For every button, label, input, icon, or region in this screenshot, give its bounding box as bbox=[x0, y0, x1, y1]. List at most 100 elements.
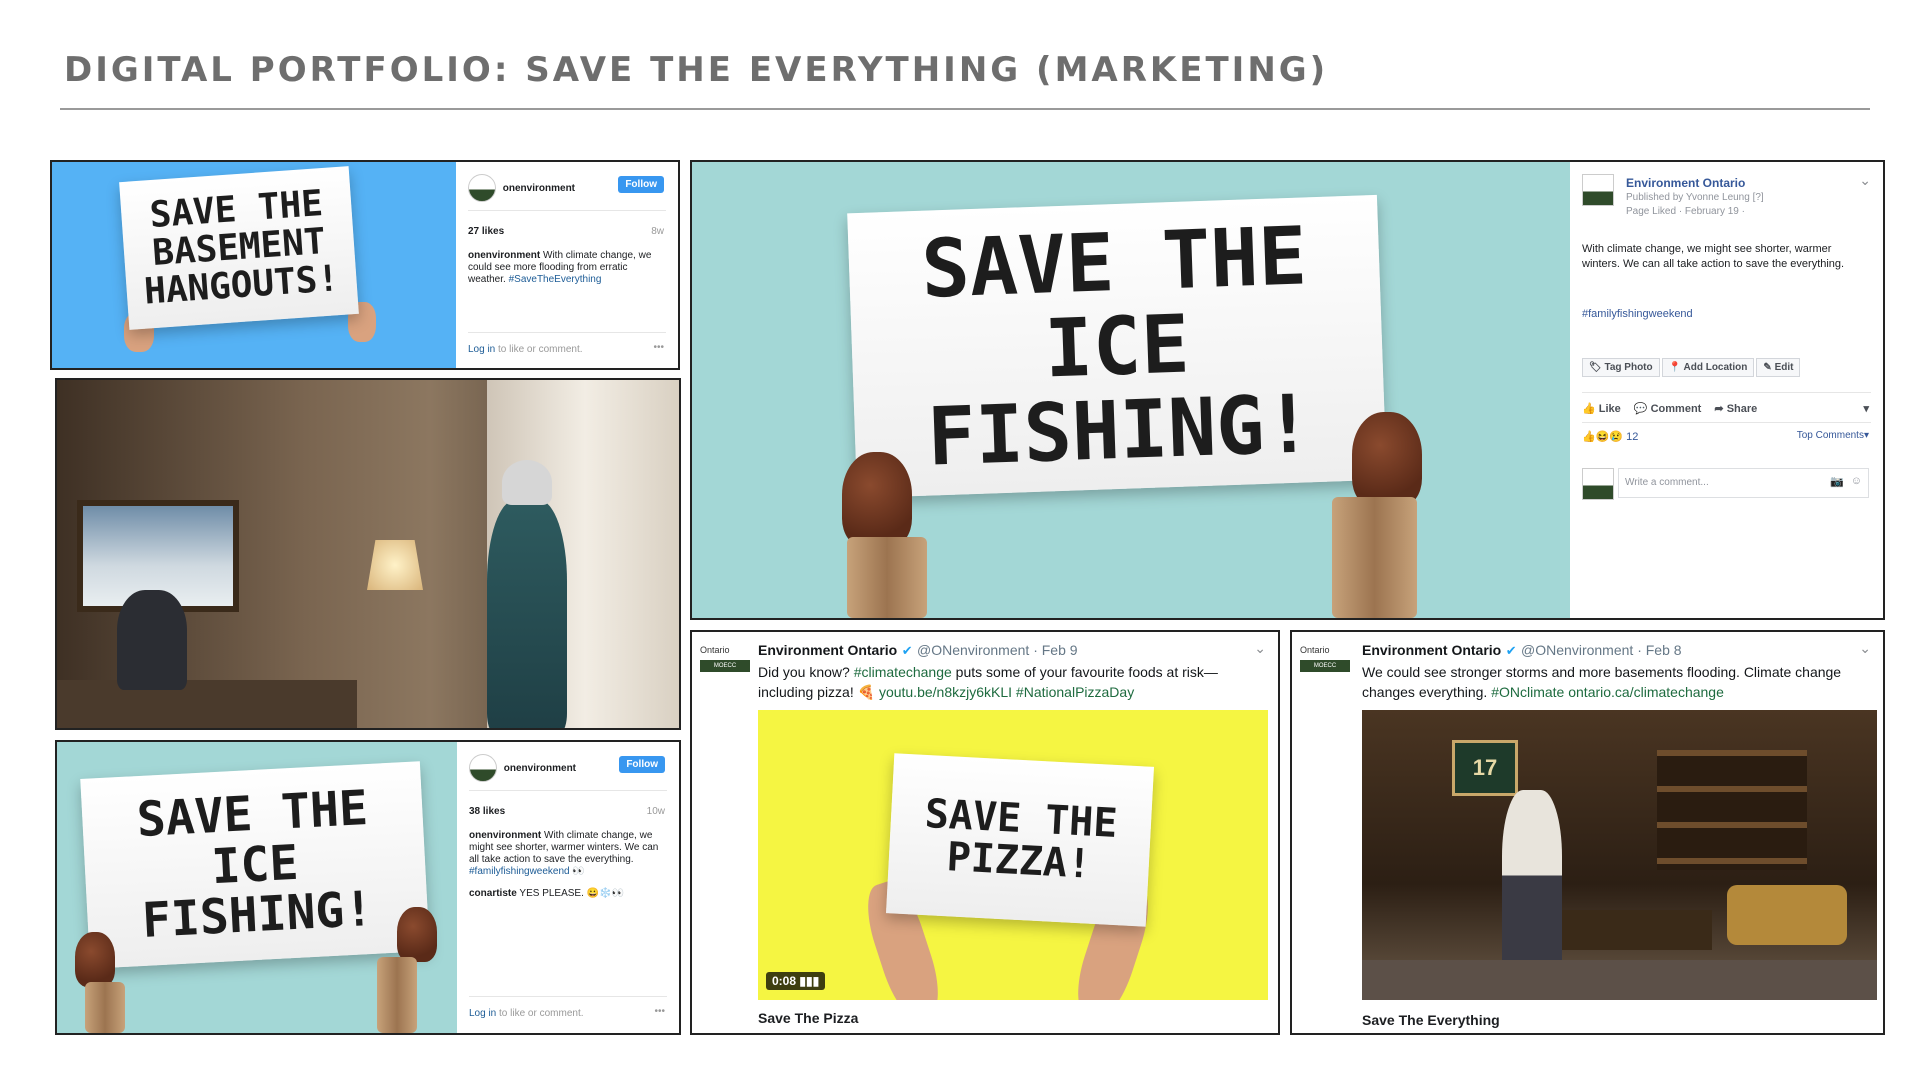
tweet-video[interactable]: 17 bbox=[1362, 710, 1877, 1000]
logo-sub: MOECC bbox=[700, 660, 750, 672]
caption-user[interactable]: onenvironment bbox=[468, 250, 540, 261]
lamp-shade bbox=[367, 540, 423, 590]
man-figure bbox=[1502, 790, 1562, 980]
facebook-post: SAVE THE ICE FISHING! Environment Ontari… bbox=[690, 160, 1885, 620]
login-link[interactable]: Log in bbox=[469, 1008, 496, 1019]
account-avatar[interactable] bbox=[469, 754, 497, 782]
likes-count[interactable]: 27 likes bbox=[468, 226, 504, 237]
chevron-down-icon[interactable]: ⌄ bbox=[1859, 172, 1871, 189]
edit-button[interactable]: ✎ Edit bbox=[1756, 358, 1801, 377]
caption-hashtag[interactable]: #familyfishingweekend bbox=[469, 866, 570, 877]
video-caption[interactable]: Save The Pizza bbox=[758, 1010, 858, 1026]
tweet-author-name[interactable]: Environment Ontario bbox=[758, 642, 897, 658]
tweet-author-name[interactable]: Environment Ontario bbox=[1362, 642, 1501, 658]
username[interactable]: onenvironment bbox=[504, 763, 576, 774]
caption: onenvironment With climate change, we co… bbox=[468, 250, 664, 286]
hashtag-onclimate[interactable]: #ONclimate bbox=[1491, 684, 1564, 700]
tweet-handle-date[interactable]: @ONenvironment · Feb 9 bbox=[917, 642, 1078, 658]
caption-user[interactable]: onenvironment bbox=[469, 830, 541, 841]
tag-photo-button[interactable]: 🏷 Tag Photo bbox=[1582, 358, 1660, 377]
teen-figure bbox=[117, 590, 187, 690]
caption-hashtag[interactable]: #SaveTheEverything bbox=[509, 274, 602, 285]
follow-button[interactable]: Follow bbox=[619, 756, 665, 773]
page-avatar[interactable] bbox=[1582, 174, 1614, 206]
emoji-icon[interactable]: ☺ bbox=[1851, 475, 1862, 487]
login-link[interactable]: Log in bbox=[468, 344, 495, 355]
share-button[interactable]: ➦ Share bbox=[1714, 403, 1757, 415]
comment-icon: 💬 bbox=[1633, 403, 1648, 415]
sign-pizza: SAVE THE PIZZA! bbox=[885, 753, 1155, 927]
logo-text: Ontario bbox=[700, 645, 730, 655]
page-name[interactable]: Environment Ontario bbox=[1626, 176, 1745, 190]
chevron-down-icon[interactable]: ⌄ bbox=[1254, 640, 1266, 657]
login-prompt: Log in to like or comment. bbox=[468, 344, 583, 355]
left-mitten bbox=[75, 932, 115, 987]
right-mitten bbox=[397, 907, 437, 962]
post-age: 10w bbox=[646, 806, 665, 817]
sign-basement: SAVE THE BASEMENT HANGOUTS! bbox=[119, 166, 359, 330]
commenter-avatar bbox=[1582, 468, 1614, 500]
table bbox=[57, 680, 357, 728]
more-options-icon[interactable]: ••• bbox=[654, 1006, 665, 1017]
like-button[interactable]: 👍 Like bbox=[1582, 403, 1621, 415]
title-divider bbox=[60, 108, 1870, 110]
comment: conartiste YES PLEASE. 😀❄️👀 bbox=[469, 888, 625, 899]
comment-user[interactable]: conartiste bbox=[469, 888, 517, 899]
follow-button[interactable]: Follow bbox=[618, 176, 664, 193]
logo-text: Ontario bbox=[1300, 645, 1330, 655]
likes-count[interactable]: 38 likes bbox=[469, 806, 505, 817]
tweet-link[interactable]: youtu.be/n8kzjy6kKLI bbox=[879, 684, 1012, 700]
hashtag-climatechange[interactable]: #climatechange bbox=[854, 664, 952, 680]
tweet-link[interactable]: ontario.ca/climatechange bbox=[1568, 684, 1724, 700]
chevron-down-icon[interactable]: ⌄ bbox=[1859, 640, 1871, 657]
comment-button[interactable]: 💬 Comment bbox=[1634, 403, 1702, 415]
verified-icon: ✔ bbox=[901, 643, 913, 658]
comment-input[interactable]: Write a comment... 📷 ☺ bbox=[1618, 468, 1869, 498]
caret-down-icon[interactable]: ▾ bbox=[1863, 402, 1869, 415]
post-hashtag[interactable]: #familyfishingweekend bbox=[1582, 308, 1693, 320]
post-image: SAVE THE ICE FISHING! bbox=[57, 742, 457, 1033]
right-cuff bbox=[377, 957, 417, 1033]
divider bbox=[1582, 422, 1871, 423]
duration-label: 0:08 bbox=[772, 974, 797, 988]
tweet-video[interactable]: SAVE THE PIZZA! 0:08 ▮▮▮ bbox=[758, 710, 1268, 1000]
logo-sub: MOECC bbox=[1300, 660, 1350, 672]
right-cuff bbox=[1332, 497, 1417, 618]
tweet-handle-date[interactable]: @ONenvironment · Feb 8 bbox=[1521, 642, 1682, 658]
post-age: 8w bbox=[651, 226, 664, 237]
sign-ice-fishing: SAVE THE ICE FISHING! bbox=[847, 194, 1387, 499]
verified-icon: ✔ bbox=[1505, 643, 1517, 658]
post-date[interactable]: Page Liked · February 19 · bbox=[1626, 206, 1745, 217]
comment-text: YES PLEASE. bbox=[519, 888, 584, 899]
like-label: Like bbox=[1598, 403, 1621, 415]
login-rest: to like or comment. bbox=[498, 344, 583, 355]
ontario-logo: Ontario MOECC bbox=[700, 640, 750, 682]
reaction-icons: 👍😆😢 bbox=[1582, 431, 1624, 443]
tag-photo-label: Tag Photo bbox=[1604, 362, 1653, 373]
pin-icon: 📍 bbox=[1668, 362, 1682, 373]
reaction-count: 12 bbox=[1626, 431, 1639, 443]
tag-icon: 🏷 bbox=[1589, 362, 1602, 373]
account-avatar[interactable] bbox=[468, 174, 496, 202]
more-options-icon[interactable]: ••• bbox=[653, 342, 664, 353]
username[interactable]: onenvironment bbox=[503, 183, 575, 194]
share-icon: ➦ bbox=[1714, 403, 1724, 415]
reactions-summary[interactable]: 👍😆😢 12 bbox=[1582, 430, 1638, 443]
camera-icon[interactable]: 📷 bbox=[1830, 475, 1844, 488]
video-caption[interactable]: Save The Everything bbox=[1362, 1012, 1500, 1028]
thumbs-up-icon: 👍 bbox=[1582, 403, 1596, 415]
comment-label: Comment bbox=[1650, 403, 1702, 415]
man-hat bbox=[502, 460, 552, 505]
hashtag-pizzaday[interactable]: #NationalPizzaDay bbox=[1016, 684, 1134, 700]
add-location-button[interactable]: 📍 Add Location bbox=[1661, 358, 1755, 377]
post-sidebar: onenvironment Follow 27 likes 8w onenvir… bbox=[456, 162, 678, 368]
jersey-frame: 17 bbox=[1452, 740, 1518, 796]
tweet-pizza: Ontario MOECC Environment Ontario ✔ @ONe… bbox=[690, 630, 1280, 1035]
share-label: Share bbox=[1726, 403, 1758, 415]
tweet-text-a: Did you know? bbox=[758, 664, 850, 680]
edit-label: Edit bbox=[1774, 362, 1794, 373]
tweet-everything: Ontario MOECC Environment Ontario ✔ @ONe… bbox=[1290, 630, 1885, 1035]
caption: onenvironment With climate change, we mi… bbox=[469, 830, 659, 877]
left-cuff bbox=[847, 537, 927, 618]
top-comments-toggle[interactable]: Top Comments▾ bbox=[1797, 430, 1869, 441]
